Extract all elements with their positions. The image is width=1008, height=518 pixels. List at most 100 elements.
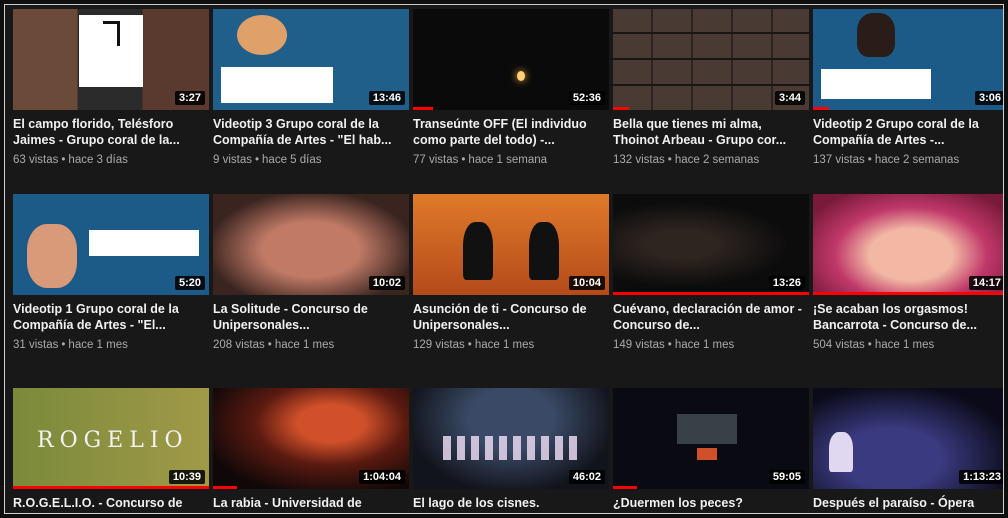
video-grid: 3:27 El campo florido, Telésforo Jaimes -… [13,9,1003,513]
video-card[interactable]: 59:05 ¿Duermen los peces? [613,388,809,513]
video-card[interactable]: 5:20 Videotip 1 Grupo coral de la Compañí… [13,194,209,388]
upload-age: hace 1 mes [474,339,535,351]
view-count: 9 vistas [213,154,252,166]
upload-age: hace 1 mes [874,339,935,351]
video-metadata: 31 vistas • hace 1 mes [13,339,209,351]
video-metadata: 149 vistas • hace 1 mes [613,339,809,351]
video-card[interactable]: 14:17 ¡Se acaban los orgasmos! Bancarrota… [813,194,1003,388]
separator-dot: • [867,154,872,166]
video-card[interactable]: 10:02 La Solitude - Concurso de Uniperson… [213,194,409,388]
video-thumbnail[interactable]: 1:04:04 [213,388,409,489]
video-thumbnail[interactable]: ROGELIO 10:39 [13,388,209,489]
watch-progress-bar [413,107,433,110]
duration-badge: 14:17 [968,276,1003,290]
upload-age: hace 3 días [68,154,128,166]
duration-badge: 52:36 [568,91,605,105]
video-thumbnail[interactable]: 5:20 [13,194,209,295]
video-card[interactable]: 13:46 Videotip 3 Grupo coral de la Compañ… [213,9,409,194]
video-thumbnail[interactable]: 3:06 [813,9,1003,110]
logo-image [79,15,143,87]
video-thumbnail[interactable]: 3:44 [613,9,809,110]
upload-age: hace 1 mes [274,339,335,351]
watch-progress-bar [613,486,637,489]
duration-badge: 1:04:04 [359,470,405,484]
dancers-image [443,436,583,460]
video-card[interactable]: 10:04 Asunción de ti - Concurso de Uniper… [413,194,609,388]
video-title[interactable]: Bella que tienes mi alma, Thoinot Arbeau… [613,116,809,148]
video-thumbnail[interactable]: 14:17 [813,194,1003,295]
video-card[interactable]: 3:44 Bella que tienes mi alma, Thoinot Ar… [613,9,809,194]
view-count: 31 vistas [13,339,59,351]
duration-badge: 3:06 [974,91,1003,105]
view-count: 77 vistas [413,154,459,166]
video-title[interactable]: El lago de los cisnes. [413,495,609,513]
separator-dot: • [461,154,466,166]
video-thumbnail[interactable]: 10:04 [413,194,609,295]
video-title[interactable]: Videotip 3 Grupo coral de la Compañía de… [213,116,409,148]
video-card[interactable]: 1:13:23 Después el paraíso - Ópera [813,388,1003,513]
video-thumbnail[interactable]: 52:36 [413,9,609,110]
video-thumbnail[interactable]: 13:46 [213,9,409,110]
video-title[interactable]: Transeúnte OFF (El individuo como parte … [413,116,609,148]
person-image [857,13,895,57]
person-image [237,15,287,55]
video-title[interactable]: ¡Se acaban los orgasmos! Bancarrota - Co… [813,301,1003,333]
view-count: 129 vistas [413,339,465,351]
separator-dot: • [467,339,472,351]
video-thumbnail[interactable]: 13:26 [613,194,809,295]
video-card[interactable]: 13:26 Cuévano, declaración de amor - Conc… [613,194,809,388]
person-image [27,224,77,288]
watch-progress-bar [613,107,629,110]
logo-card-image [221,67,333,103]
performer-image [829,432,853,472]
logo-card-image [821,69,931,99]
view-count: 137 vistas [813,154,865,166]
video-title[interactable]: Después el paraíso - Ópera [813,495,1003,513]
upload-age: hace 1 mes [68,339,128,351]
video-metadata: 9 vistas • hace 5 días [213,154,409,166]
video-card[interactable]: 1:04:04 La rabia - Universidad de [213,388,409,513]
video-thumbnail[interactable]: 59:05 [613,388,809,489]
video-card[interactable]: 3:27 El campo florido, Telésforo Jaimes -… [13,9,209,194]
video-thumbnail[interactable]: 10:02 [213,194,409,295]
watch-progress-bar [813,107,829,110]
upload-age: hace 5 días [262,154,322,166]
separator-dot: • [255,154,260,166]
video-card[interactable]: ROGELIO 10:39 R.O.G.E.L.I.O. - Concurso de [13,388,209,513]
performer-image [463,222,493,280]
duration-badge: 46:02 [568,470,605,484]
duration-badge: 3:44 [774,91,805,105]
video-thumbnail[interactable]: 46:02 [413,388,609,489]
video-card[interactable]: 3:06 Videotip 2 Grupo coral de la Compañí… [813,9,1003,194]
video-metadata: 137 vistas • hace 2 semanas [813,154,1003,166]
view-count: 63 vistas [13,154,59,166]
video-metadata: 208 vistas • hace 1 mes [213,339,409,351]
video-title[interactable]: El campo florido, Telésforo Jaimes - Gru… [13,116,209,148]
candle-image [517,71,525,81]
watch-progress-bar [213,486,237,489]
video-card[interactable]: 46:02 El lago de los cisnes. [413,388,609,513]
video-thumbnail[interactable]: 3:27 [13,9,209,110]
video-title[interactable]: Videotip 2 Grupo coral de la Compañía de… [813,116,1003,148]
duration-badge: 13:26 [768,276,805,290]
video-title[interactable]: Cuévano, declaración de amor - Concurso … [613,301,809,333]
video-metadata: 132 vistas • hace 2 semanas [613,154,809,166]
video-thumbnail[interactable]: 1:13:23 [813,388,1003,489]
video-metadata: 77 vistas • hace 1 semana [413,154,609,166]
duration-badge: 5:20 [174,276,205,290]
performer-image [697,448,717,460]
video-title[interactable]: La rabia - Universidad de [213,495,409,513]
separator-dot: • [667,339,672,351]
video-title[interactable]: R.O.G.E.L.I.O. - Concurso de [13,495,209,513]
video-title[interactable]: Asunción de ti - Concurso de Unipersonal… [413,301,609,333]
video-title[interactable]: Videotip 1 Grupo coral de la Compañía de… [13,301,209,333]
duration-badge: 10:39 [168,470,205,484]
separator-dot: • [267,339,272,351]
video-title[interactable]: ¿Duermen los peces? [613,495,809,513]
watch-progress-bar [813,292,1003,295]
upload-age: hace 1 mes [674,339,735,351]
duration-badge: 1:13:23 [959,470,1003,484]
separator-dot: • [867,339,872,351]
video-title[interactable]: La Solitude - Concurso de Unipersonales.… [213,301,409,333]
video-card[interactable]: 52:36 Transeúnte OFF (El individuo como p… [413,9,609,194]
